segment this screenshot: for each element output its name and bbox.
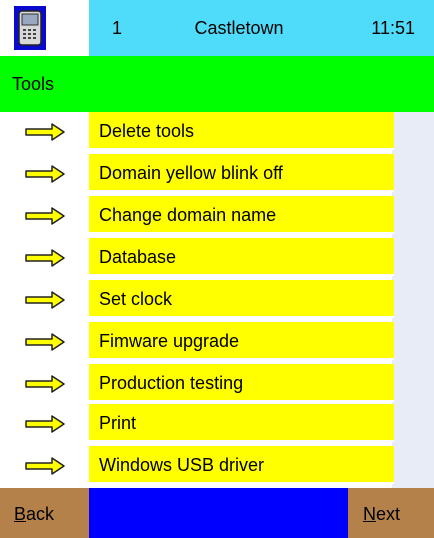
menu-button-print[interactable]: Print — [89, 404, 394, 442]
menu-button-change-domain-name[interactable]: Change domain name — [89, 196, 394, 234]
right-arrow-icon — [25, 207, 65, 225]
menu-button-delete-tools[interactable]: Delete tools — [89, 112, 394, 150]
menu-button-firmware-upgrade[interactable]: Fimware upgrade — [89, 322, 394, 360]
menu-item: Print — [0, 404, 434, 442]
menu-button-production-testing[interactable]: Production testing — [89, 364, 394, 402]
menu-item: Windows USB driver — [0, 446, 434, 484]
back-button[interactable]: Back — [0, 488, 89, 538]
clock-time: 11:51 — [371, 18, 415, 38]
menu-item: Change domain name — [0, 196, 434, 234]
menu-button-set-clock[interactable]: Set clock — [89, 280, 394, 318]
menu-button-database[interactable]: Database — [89, 238, 394, 276]
menu-item: Database — [0, 238, 434, 276]
location-name: Castletown — [194, 18, 284, 38]
right-arrow-icon — [25, 165, 65, 183]
right-arrow-icon — [25, 333, 65, 351]
right-arrow-icon — [25, 249, 65, 267]
right-arrow-icon — [25, 123, 65, 141]
right-arrow-icon — [25, 457, 65, 475]
page-title: Tools — [12, 74, 55, 94]
menu-item: Delete tools — [0, 112, 434, 150]
next-button-label: Next — [363, 504, 401, 524]
page-title-bar: Tools — [0, 56, 434, 112]
right-arrow-icon — [25, 415, 65, 433]
right-arrow-icon — [25, 375, 65, 393]
menu-item: Domain yellow blink off — [0, 154, 434, 192]
right-arrow-icon — [25, 291, 65, 309]
device-icon[interactable] — [14, 6, 46, 50]
station-number: 1 — [112, 18, 123, 38]
next-button[interactable]: Next — [348, 488, 434, 538]
menu-item: Fimware upgrade — [0, 322, 434, 360]
menu-button-domain-yellow-blink-off[interactable]: Domain yellow blink off — [89, 154, 394, 192]
footer-bar — [89, 488, 348, 538]
back-button-label: Back — [14, 504, 55, 524]
device-panel — [0, 0, 89, 56]
menu-item: Set clock — [0, 280, 434, 318]
menu-item: Production testing — [0, 364, 434, 402]
menu-button-windows-usb-driver[interactable]: Windows USB driver — [89, 446, 394, 484]
status-header: 1 Castletown 11:51 — [89, 0, 434, 56]
